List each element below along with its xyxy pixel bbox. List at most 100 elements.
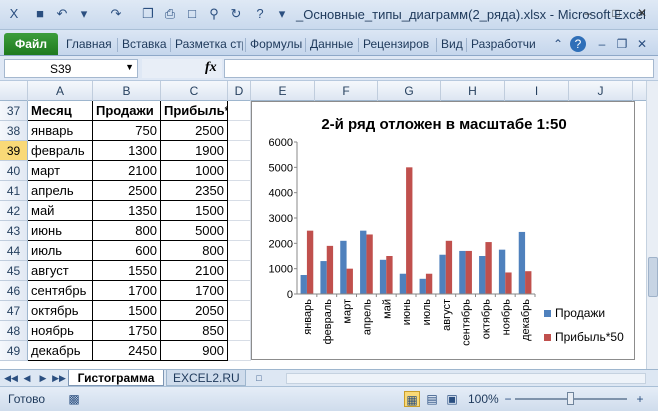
table-cell[interactable]: 2500 [161,121,228,141]
tab-view[interactable]: Вид [441,37,463,51]
table-cell[interactable]: июль [28,241,93,261]
row-header-49[interactable]: 49 [0,341,28,361]
column-header-h[interactable]: H [441,81,505,101]
minimize-icon[interactable]: – [576,4,600,22]
chart[interactable]: 2-й ряд отложен в масштабе 1:50 0 1000 2000… [251,101,635,360]
row-header-37[interactable]: 37 [0,101,28,121]
table-header-cell[interactable]: Прибыль*50 [161,101,228,121]
column-header-g[interactable]: G [378,81,441,101]
tab-page-layout[interactable]: Разметка стр [175,37,243,51]
table-cell[interactable]: октябрь [28,301,93,321]
row-header-48[interactable]: 48 [0,321,28,341]
empty-cell[interactable] [228,101,251,121]
row-header-44[interactable]: 44 [0,241,28,261]
help-icon[interactable]: ? [570,36,586,52]
normal-view-icon[interactable]: ▦ [404,391,420,407]
last-sheet-icon[interactable]: ▶▶ [52,371,66,385]
row-header-47[interactable]: 47 [0,301,28,321]
row-header-41[interactable]: 41 [0,181,28,201]
copy-icon[interactable]: ❐ [140,6,156,22]
table-cell[interactable]: 1900 [161,141,228,161]
table-cell[interactable]: 1300 [93,141,161,161]
zoom-level[interactable]: 100% [468,392,499,406]
table-cell[interactable]: 1700 [161,281,228,301]
table-cell[interactable]: 1700 [93,281,161,301]
table-cell[interactable]: 1500 [161,201,228,221]
column-header-i[interactable]: I [505,81,569,101]
zoom-slider-thumb[interactable] [567,392,574,405]
column-header-c[interactable]: C [161,81,228,101]
table-cell[interactable]: апрель [28,181,93,201]
table-cell[interactable]: 800 [93,221,161,241]
row-header-46[interactable]: 46 [0,281,28,301]
chevron-down-icon[interactable]: ▼ [125,62,134,72]
workbook-minimize-icon[interactable]: – [594,36,610,52]
tab-developer[interactable]: Разработчи [471,37,541,51]
row-header-45[interactable]: 45 [0,261,28,281]
table-cell[interactable]: 850 [161,321,228,341]
table-cell[interactable]: сентябрь [28,281,93,301]
table-header-cell[interactable]: Продажи [93,101,161,121]
workbook-restore-icon[interactable]: ❐ [614,36,630,52]
tab-home[interactable]: Главная [66,37,112,51]
column-header-e[interactable]: E [251,81,315,101]
tab-data[interactable]: Данные [310,37,353,51]
column-header-b[interactable]: B [93,81,161,101]
name-box[interactable]: S39 ▼ [4,59,138,78]
horizontal-scrollbar[interactable] [286,373,646,384]
save-icon[interactable]: ■ [32,6,48,22]
empty-cell[interactable] [228,121,251,141]
close-icon[interactable]: ✕ [630,4,654,22]
zoom-in-icon[interactable]: + [632,391,648,407]
workbook-close-icon[interactable]: ✕ [634,36,650,52]
empty-cell[interactable] [228,281,251,301]
empty-cell[interactable] [228,161,251,181]
page-layout-view-icon[interactable]: ▤ [424,391,440,407]
insert-function-icon[interactable]: fx [205,60,217,76]
customize-icon[interactable]: ▾ [274,6,290,22]
empty-cell[interactable] [228,261,251,281]
undo-dropdown-icon[interactable]: ▾ [76,6,92,22]
prev-sheet-icon[interactable]: ◀ [20,371,34,385]
help-icon[interactable]: ? [252,6,268,22]
maximize-icon[interactable]: □ [604,4,628,22]
table-cell[interactable]: 900 [161,341,228,361]
row-header-42[interactable]: 42 [0,201,28,221]
tab-insert[interactable]: Вставка [122,37,167,51]
undo-icon[interactable]: ↶ [54,6,70,22]
table-cell[interactable]: 2500 [93,181,161,201]
empty-cell[interactable] [228,321,251,341]
row-header-38[interactable]: 38 [0,121,28,141]
next-sheet-icon[interactable]: ▶ [36,371,50,385]
table-cell[interactable]: январь [28,121,93,141]
empty-cell[interactable] [228,181,251,201]
zoom-icon[interactable]: ⚲ [206,6,222,22]
table-cell[interactable]: 750 [93,121,161,141]
column-header-f[interactable]: F [315,81,378,101]
empty-cell[interactable] [228,241,251,261]
table-cell[interactable]: 2050 [161,301,228,321]
table-cell[interactable]: 2100 [161,261,228,281]
table-header-cell[interactable]: Месяц [28,101,93,121]
column-header-d[interactable]: D [228,81,251,101]
zoom-out-icon[interactable]: − [500,391,516,407]
table-cell[interactable]: 5000 [161,221,228,241]
print-icon[interactable]: ⎙ [162,6,178,22]
column-header-j[interactable]: J [569,81,633,101]
select-all-corner[interactable] [0,81,28,101]
macro-record-icon[interactable]: ▩ [66,391,82,407]
table-cell[interactable]: февраль [28,141,93,161]
column-header-a[interactable]: A [28,81,93,101]
empty-cell[interactable] [228,201,251,221]
tab-review[interactable]: Рецензиров [363,37,433,51]
table-cell[interactable]: 1350 [93,201,161,221]
ribbon-minimize-icon[interactable]: ⌃ [550,36,566,52]
table-cell[interactable]: 800 [161,241,228,261]
table-cell[interactable]: декабрь [28,341,93,361]
vertical-scroll-thumb[interactable] [648,257,658,297]
refresh-icon[interactable]: ↻ [228,6,244,22]
formula-input[interactable] [224,59,654,78]
excel-logo-icon[interactable]: X [6,6,22,22]
first-sheet-icon[interactable]: ◀◀ [4,371,18,385]
table-cell[interactable]: август [28,261,93,281]
